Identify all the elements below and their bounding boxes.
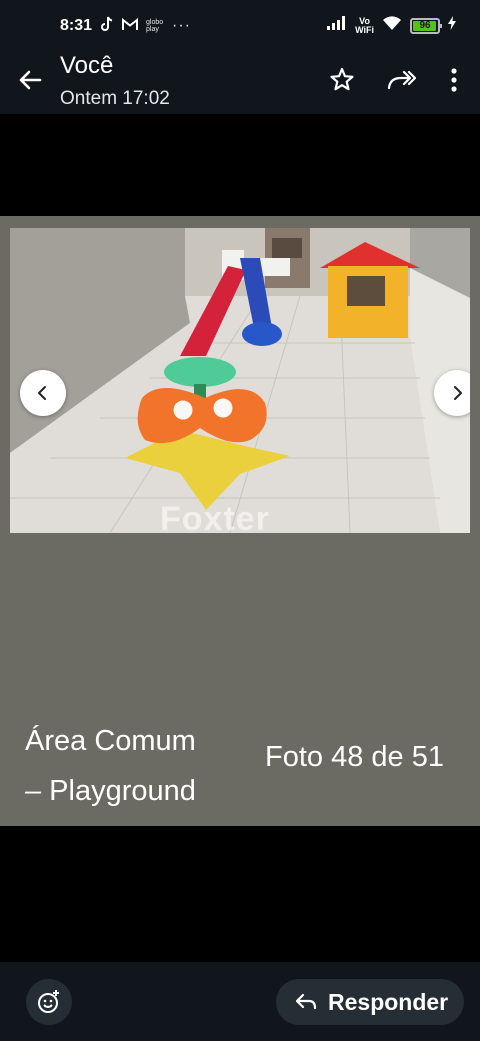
notification-icons: globo play ··· bbox=[100, 16, 191, 35]
back-button[interactable] bbox=[14, 64, 46, 96]
reply-label: Responder bbox=[328, 988, 449, 1015]
chevron-right-icon bbox=[454, 386, 462, 400]
battery-tip bbox=[440, 23, 442, 28]
reply-button[interactable]: Responder bbox=[276, 979, 464, 1025]
signal-icon bbox=[327, 16, 347, 35]
back-arrow-icon bbox=[19, 70, 42, 90]
photo-caption: Área Comum – Playground bbox=[25, 716, 255, 816]
star-icon bbox=[330, 67, 354, 91]
more-options-button[interactable] bbox=[440, 66, 468, 94]
photo-container: Foxter Área Comum – Playground Foto 48 d… bbox=[0, 216, 480, 826]
reply-arrow-icon bbox=[295, 993, 317, 1010]
status-time: 8:31 bbox=[60, 17, 93, 34]
globoplay-icon: globo play bbox=[146, 18, 164, 33]
gmail-icon bbox=[122, 17, 138, 34]
previous-photo-button[interactable] bbox=[20, 370, 66, 416]
caption-line-2: – Playground bbox=[25, 775, 196, 807]
status-bar: 8:31 globo play ··· Vo WiFi 96 bbox=[0, 0, 480, 52]
forward-all-icon bbox=[387, 70, 417, 90]
add-reaction-icon bbox=[38, 990, 59, 1013]
system-icons: Vo WiFi 96 bbox=[327, 15, 456, 36]
add-reaction-button[interactable] bbox=[26, 979, 72, 1025]
message-timestamp: Ontem 17:02 bbox=[60, 88, 170, 109]
photo-illustration bbox=[10, 228, 470, 533]
app-bar: Você Ontem 17:02 bbox=[0, 52, 480, 114]
playground-photo: Foxter bbox=[10, 228, 470, 533]
charging-icon bbox=[448, 16, 456, 35]
wifi-icon bbox=[382, 15, 402, 36]
sender-name: Você bbox=[60, 52, 114, 79]
battery-icon: 96 bbox=[410, 17, 442, 34]
tiktok-icon bbox=[100, 16, 114, 35]
photo-counter: Foto 48 de 51 bbox=[265, 741, 444, 773]
bottom-bar: Responder bbox=[0, 962, 480, 1041]
caption-line-1: Área Comum bbox=[25, 725, 196, 757]
foxter-watermark: Foxter bbox=[160, 500, 270, 533]
star-button[interactable] bbox=[328, 66, 356, 94]
vowifi-bottom: WiFi bbox=[355, 24, 374, 35]
more-dots-icon: ··· bbox=[172, 16, 191, 34]
more-vert-icon bbox=[451, 68, 457, 92]
forward-button[interactable] bbox=[386, 66, 417, 94]
chevron-left-icon bbox=[38, 386, 46, 400]
vowifi-icon: Vo WiFi bbox=[355, 16, 374, 35]
battery-level: 96 bbox=[419, 19, 431, 31]
